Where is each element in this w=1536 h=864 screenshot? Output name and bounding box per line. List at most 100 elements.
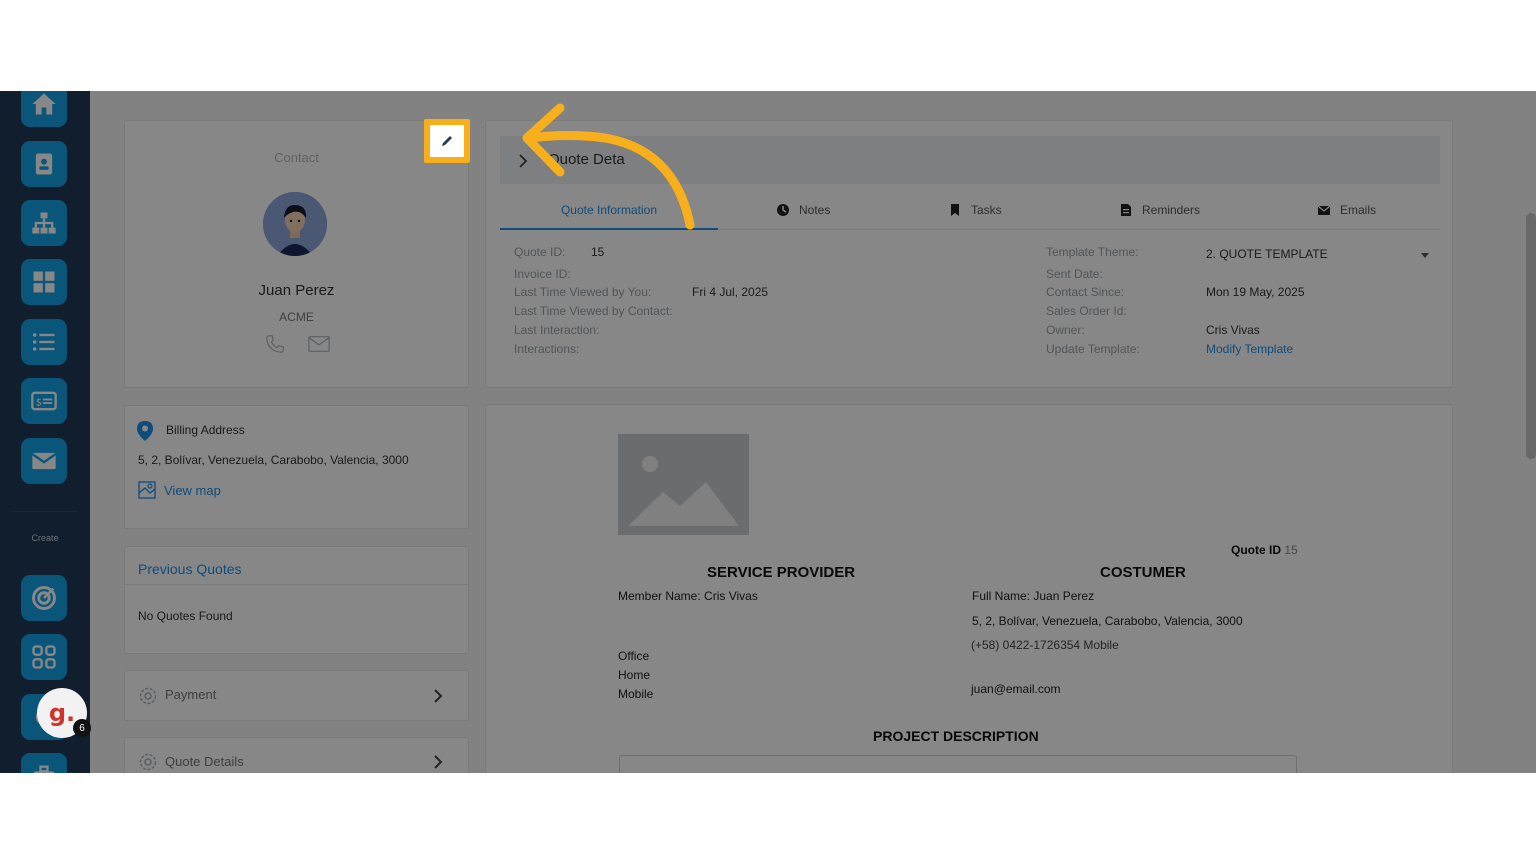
billing-address-text: 5, 2, Bolívar, Venezuela, Carabobo, Vale… (138, 453, 409, 467)
org-chart-icon (32, 212, 56, 234)
customer-email: juan@email.com (971, 682, 1061, 696)
template-theme-select[interactable]: 2. QUOTE TEMPLATE (1206, 247, 1328, 261)
widget-logo: g. (48, 699, 76, 727)
main-content: Contact Juan Perez ACME Billing Address … (90, 91, 1536, 773)
viewed-by-contact-label: Last Time Viewed by Contact: (514, 304, 673, 318)
template-theme-label: Template Theme: (1046, 245, 1139, 259)
modify-template-link[interactable]: Modify Template (1206, 342, 1293, 356)
phone-icon[interactable] (264, 333, 286, 355)
doc-quote-id-label: Quote ID (1231, 543, 1281, 557)
sales-order-label: Sales Order Id: (1046, 304, 1127, 318)
invoice-id-label: Invoice ID: (514, 267, 571, 281)
tutorial-arrow-icon (522, 103, 695, 230)
member-name-value: Cris Vivas (704, 589, 758, 603)
tab-notes[interactable]: Notes (776, 191, 830, 229)
document-icon (1121, 204, 1131, 216)
quote-id-label: Quote ID: (514, 245, 566, 259)
owner-value: Cris Vivas (1206, 323, 1260, 337)
pencil-icon (442, 136, 452, 146)
tab-label: Notes (799, 203, 831, 217)
tab-label: Emails (1340, 203, 1377, 217)
owner-label: Owner: (1046, 323, 1085, 337)
project-description-heading: PROJECT DESCRIPTION (873, 728, 1039, 744)
tab-reminders[interactable]: Reminders (1119, 191, 1200, 229)
map-icon (138, 481, 156, 499)
bookmark-icon (951, 204, 959, 216)
edit-contact-button[interactable] (430, 125, 464, 157)
customer-heading: COSTUMER (1100, 564, 1186, 581)
billing-address-card: Billing Address 5, 2, Bolívar, Venezuela… (124, 405, 469, 529)
sidebar-create-label: Create (31, 533, 59, 543)
quote-details-accordion[interactable]: Quote Details (124, 737, 469, 773)
divider (125, 584, 468, 585)
sent-date-label: Sent Date: (1046, 267, 1103, 281)
chevron-right-icon (434, 755, 443, 769)
service-provider-heading: SERVICE PROVIDER (707, 564, 856, 581)
contact-company: ACME (279, 310, 314, 324)
scrollbar[interactable] (1526, 213, 1536, 459)
list-icon (32, 333, 55, 351)
target-icon (32, 586, 56, 610)
image-placeholder (618, 434, 749, 535)
viewed-by-you-value: Fri 4 Jul, 2025 (692, 285, 769, 299)
home-label: Home (618, 668, 651, 682)
tab-label: Reminders (1142, 203, 1201, 217)
app-frame: $ Create Contact Juan Perez ACME Billing… (0, 91, 1536, 773)
sidebar-item-dashboard[interactable] (21, 259, 67, 305)
sidebar-item-home[interactable] (21, 91, 67, 127)
office-label: Office (618, 649, 650, 663)
empty-state-text: No Quotes Found (138, 609, 233, 623)
image-placeholder-icon (628, 456, 739, 526)
home-icon (32, 93, 56, 115)
interactions-label: Interactions: (514, 342, 580, 356)
location-pin-icon (137, 421, 153, 441)
full-name-label: Full Name: (972, 589, 1031, 603)
mail-icon (31, 452, 57, 470)
sidebar-item-contacts[interactable] (21, 141, 67, 187)
apps-grid-icon (32, 645, 56, 669)
payment-accordion[interactable]: Payment (124, 670, 469, 721)
sidebar-item-list[interactable] (21, 319, 67, 365)
sidebar-item-mail[interactable] (21, 438, 67, 484)
gear-icon (139, 753, 157, 771)
doc-quote-id-value: 15 (1284, 543, 1298, 557)
briefcase-icon (33, 765, 55, 773)
member-name-label: Member Name: (618, 589, 701, 603)
last-interaction-label: Last Interaction: (514, 323, 600, 337)
update-template-label: Update Template: (1046, 342, 1140, 356)
billing-address-title: Billing Address (166, 423, 245, 437)
quote-details-label: Quote Details (165, 754, 244, 769)
sidebar: $ Create (0, 91, 90, 773)
previous-quotes-card: Previous Quotes No Quotes Found (124, 546, 469, 654)
tab-label: Tasks (971, 203, 1002, 217)
gear-icon (139, 687, 157, 705)
billing-card-icon: $ (31, 391, 57, 411)
contact-card: Contact Juan Perez ACME (124, 120, 469, 388)
sidebar-item-target[interactable] (21, 575, 67, 621)
avatar (263, 192, 327, 256)
customer-address: 5, 2, Bolívar, Venezuela, Carabobo, Vale… (972, 614, 1243, 628)
member-name: Member Name: Cris Vivas (618, 589, 758, 603)
edit-contact-button-highlight[interactable] (424, 119, 470, 163)
notification-count-badge: 6 (73, 719, 91, 737)
customer-phone: (+58) 0422-1726354 Mobile (971, 638, 1119, 652)
contact-name: Juan Perez (258, 282, 335, 299)
sidebar-item-apps[interactable] (21, 634, 67, 680)
sidebar-item-billing[interactable]: $ (21, 378, 67, 424)
contact-since-label: Contact Since: (1046, 285, 1125, 299)
payment-label: Payment (165, 687, 217, 702)
sidebar-divider (12, 511, 78, 512)
contact-card-icon (35, 153, 53, 175)
sidebar-item-briefcase[interactable] (21, 753, 67, 773)
tab-tasks[interactable]: Tasks (948, 191, 1002, 229)
tab-emails[interactable]: Emails (1317, 191, 1376, 229)
quote-document-preview: Quote ID 15 SERVICE PROVIDER Member Name… (485, 404, 1453, 773)
chevron-down-icon[interactable] (1421, 253, 1429, 258)
email-icon[interactable] (308, 335, 330, 353)
customer-full-name: Full Name: Juan Perez (972, 589, 1094, 603)
view-map-link[interactable]: View map (164, 483, 221, 498)
project-description-box (619, 755, 1297, 773)
sidebar-item-organization[interactable] (21, 200, 67, 246)
contact-since-value: Mon 19 May, 2025 (1206, 285, 1305, 299)
contact-heading: Contact (274, 150, 319, 165)
